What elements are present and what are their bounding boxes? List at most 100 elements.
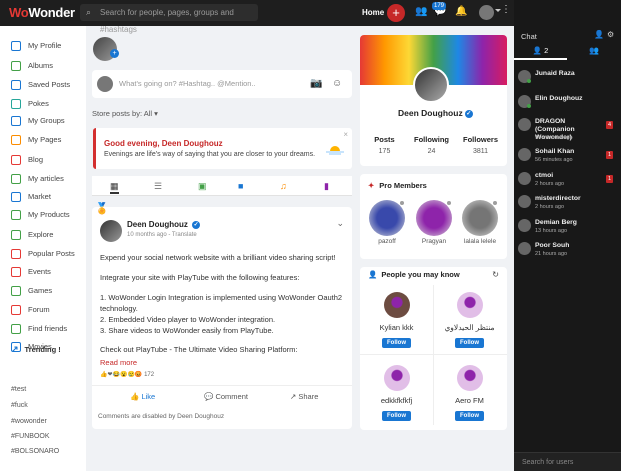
notifications-icon[interactable]: 🔔: [455, 6, 467, 17]
settings-icon[interactable]: ⚙: [607, 30, 614, 39]
trending-tag[interactable]: #FUNBOOK: [11, 433, 50, 440]
sidebar-item-forum[interactable]: Forum: [11, 303, 50, 316]
chat-user[interactable]: Junaid Raza: [518, 70, 621, 90]
sidebar-item-my-profile[interactable]: My Profile: [11, 39, 61, 52]
trending-tag[interactable]: #fuck: [11, 402, 28, 409]
chevron-down-icon[interactable]: ⌄: [336, 218, 344, 229]
profile-avatar[interactable]: [413, 67, 449, 103]
pro-member-avatar[interactable]: [416, 200, 452, 236]
suggested-user-name[interactable]: Aero FM: [433, 396, 506, 405]
chat-user[interactable]: Demian Berg 13 hours ago: [518, 219, 621, 239]
pro-member-avatar[interactable]: [462, 200, 498, 236]
user-avatar[interactable]: [479, 5, 494, 20]
camera-icon[interactable]: 📷: [310, 78, 322, 89]
sticker-icon[interactable]: ☺: [332, 78, 342, 89]
trending-icon: ↗: [11, 344, 19, 354]
add-user-icon[interactable]: 👤: [594, 30, 604, 39]
post-line: 3. Share videos to WoWonder easily from …: [100, 326, 274, 335]
suggested-user-avatar[interactable]: [457, 292, 483, 318]
sidebar-item-explore[interactable]: Explore: [11, 228, 53, 241]
popular-icon: [11, 248, 21, 259]
sidebar-item-my-products[interactable]: My Products: [11, 208, 70, 221]
post-composer[interactable]: What's going on? #Hashtag.. @Mention.. 📷…: [92, 70, 352, 98]
pymk-title: 👤 People you may know: [368, 270, 460, 279]
chat-user[interactable]: Elin Doughouz: [518, 95, 621, 115]
chat-user[interactable]: DRAGON (Companion Wowonder) 17 minutes ag…: [518, 118, 621, 141]
suggested-user-avatar[interactable]: [384, 365, 410, 391]
videos-icon[interactable]: ■: [238, 181, 243, 191]
tab-groups[interactable]: 👥: [567, 44, 621, 60]
follow-button[interactable]: Follow: [382, 411, 411, 421]
create-button[interactable]: +: [387, 4, 405, 22]
suggested-user-avatar[interactable]: [457, 365, 483, 391]
post-author-avatar[interactable]: [100, 220, 122, 242]
sidebar-item-albums[interactable]: Albums: [11, 59, 53, 72]
groups-icon: [11, 115, 21, 126]
tab-online[interactable]: 👤 2: [514, 44, 567, 60]
chat-user[interactable]: ctmoi 2 hours ago 1: [518, 172, 621, 192]
photos-icon[interactable]: ▣: [198, 181, 207, 192]
sidebar-item-pokes[interactable]: Pokes: [11, 97, 49, 110]
greeting-title: Good evening, Deen Doughouz: [104, 139, 223, 148]
stat-posts[interactable]: Posts 175: [362, 135, 407, 155]
sidebar-item-find-friends[interactable]: Find friends: [11, 322, 67, 335]
pro-member-name[interactable]: pazoff: [369, 238, 405, 245]
calendar-icon: [11, 266, 21, 277]
chat-user-avatar: [518, 195, 531, 208]
sidebar-item-games[interactable]: Games: [11, 284, 52, 297]
all-posts-icon[interactable]: ▦: [110, 181, 119, 194]
sidebar-item-saved-posts[interactable]: Saved Posts: [11, 78, 70, 91]
music-icon[interactable]: ♫: [280, 181, 287, 191]
chat-user[interactable]: Poor Souh 21 hours ago: [518, 242, 621, 262]
text-posts-icon[interactable]: ☰: [154, 181, 162, 192]
post-actions: 👍 Like 💬 Comment ↗ Share: [92, 385, 352, 405]
files-icon[interactable]: ▮: [324, 181, 329, 192]
home-link[interactable]: Home: [362, 8, 384, 17]
pro-member-name[interactable]: Pragyan: [416, 238, 452, 245]
stat-following[interactable]: Following 24: [409, 135, 454, 155]
sidebar-item-label: Albums: [28, 61, 54, 70]
add-story-icon[interactable]: +: [110, 49, 119, 58]
chat-search-input[interactable]: Search for users: [514, 452, 621, 471]
follow-button[interactable]: Follow: [382, 338, 411, 348]
post-author-name[interactable]: Deen Doughouz ✓: [127, 220, 201, 229]
sidebar-item-my-pages[interactable]: My Pages: [11, 133, 61, 146]
stat-followers[interactable]: Followers 3811: [458, 135, 503, 155]
search-input[interactable]: ⌕ Search for people, pages, groups and #…: [80, 4, 258, 34]
follow-button[interactable]: Follow: [455, 411, 484, 421]
post-line: technology.: [100, 304, 138, 313]
wowonder-logo[interactable]: WoWonder: [9, 5, 75, 20]
store-posts-filter[interactable]: Store posts by: All ▾: [92, 109, 158, 118]
sidebar-item-events[interactable]: Events: [11, 265, 51, 278]
more-icon[interactable]: ⋮: [501, 4, 511, 15]
profile-name[interactable]: Deen Doughouz ✓: [398, 108, 473, 118]
pro-member-avatar[interactable]: [369, 200, 405, 236]
read-more-link[interactable]: Read more: [100, 358, 137, 367]
status-dot: [447, 201, 451, 205]
sidebar-item-my-groups[interactable]: My Groups: [11, 114, 65, 127]
sidebar-item-popular-posts[interactable]: Popular Posts: [11, 247, 75, 260]
follow-button[interactable]: Follow: [455, 338, 484, 348]
chat-user[interactable]: misterdirector 2 hours ago: [518, 195, 621, 215]
suggested-user-name[interactable]: منتظر الحيدلاوي: [433, 323, 506, 332]
sidebar-item-market[interactable]: Market: [11, 190, 51, 203]
post-card: 🏅 Deen Doughouz ✓ 10 months ago - Transl…: [92, 203, 352, 429]
suggested-user-name[interactable]: Kylian kkk: [360, 323, 433, 332]
like-button[interactable]: 👍 Like: [130, 392, 155, 401]
trending-tag[interactable]: #wowonder: [11, 418, 47, 425]
suggested-user-avatar[interactable]: [384, 292, 410, 318]
trending-tag[interactable]: #BOLSONARO: [11, 448, 59, 455]
comment-button[interactable]: 💬 Comment: [204, 392, 248, 401]
chat-user-avatar: [518, 172, 531, 185]
friends-icon[interactable]: 👥: [415, 6, 427, 17]
reactions-summary[interactable]: 👍❤😂😮😢😡 172: [100, 371, 154, 378]
refresh-icon[interactable]: ↻: [492, 270, 499, 279]
chat-user[interactable]: Sohail Khan 56 minutes ago 1: [518, 148, 621, 168]
trending-tag[interactable]: #test: [11, 386, 26, 393]
sidebar-item-blog[interactable]: Blog: [11, 153, 43, 166]
close-icon[interactable]: ×: [343, 130, 348, 139]
suggested-user-name[interactable]: edkkfkfkfj: [360, 396, 433, 405]
sidebar-item-my-articles[interactable]: My articles: [11, 172, 64, 185]
share-button[interactable]: ↗ Share: [290, 392, 318, 401]
pro-member-name[interactable]: lalala lelele: [462, 238, 498, 245]
